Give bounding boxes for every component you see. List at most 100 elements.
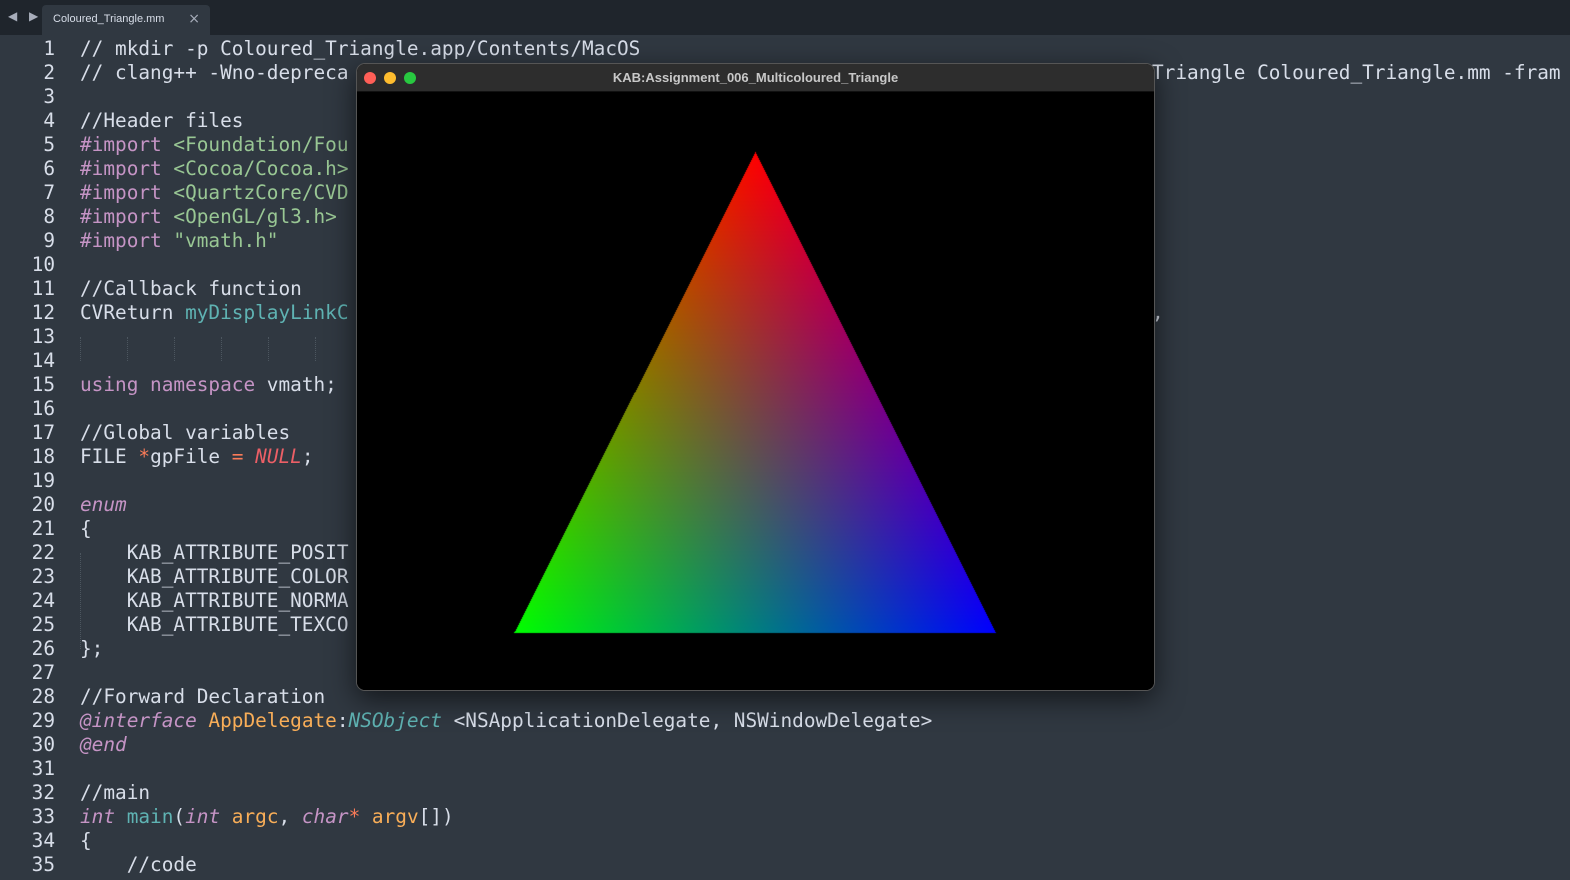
- navigation-arrows-icon[interactable]: ◀ ▶: [8, 9, 42, 23]
- code-token: gpFile: [150, 445, 232, 468]
- code-token: vmath;: [266, 373, 337, 396]
- line-number: 14: [31, 349, 55, 372]
- code-token: ,: [278, 805, 302, 828]
- code-token: // clang++ -Wno-depreca: [80, 61, 349, 84]
- code-token: *: [138, 445, 151, 468]
- line-number: 19: [31, 469, 55, 492]
- triangle-render-canvas: [357, 92, 1154, 690]
- close-tab-icon[interactable]: ×: [188, 11, 200, 27]
- code-text: KAB_ATTRIBUTE_POSIT: [80, 541, 349, 565]
- code-token: (: [173, 805, 186, 828]
- line-number: 5: [43, 133, 55, 156]
- line-number: 20: [31, 493, 55, 516]
- code-token: argv: [371, 805, 419, 828]
- tab-title: Coloured_Triangle.mm: [53, 13, 165, 25]
- code-line[interactable]: 30 @end: [0, 733, 1570, 757]
- code-line[interactable]: 32 //main: [0, 781, 1570, 805]
- line-number: 18: [31, 445, 55, 468]
- code-token: #import: [80, 205, 174, 228]
- line-number: 28: [31, 685, 55, 708]
- line-number: 3: [43, 85, 55, 108]
- code-token: myDisplayLinkC: [185, 301, 349, 324]
- line-number: 22: [31, 541, 55, 564]
- tab-coloured-triangle[interactable]: Coloured_Triangle.mm ×: [42, 5, 210, 35]
- code-line[interactable]: 35 //code: [0, 853, 1570, 877]
- code-token: #import: [80, 229, 174, 252]
- code-text-overflow: Triangle Coloured_Triangle.mm -fram: [1152, 61, 1561, 84]
- code-text: KAB_ATTRIBUTE_TEXCO: [80, 613, 349, 637]
- code-token: AppDelegate: [208, 709, 337, 732]
- code-token: using namespace: [80, 373, 267, 396]
- code-token: {: [80, 517, 92, 540]
- code-text: using namespace vmath;: [80, 373, 337, 397]
- code-line[interactable]: 31: [0, 757, 1570, 781]
- code-text: };: [80, 637, 103, 661]
- line-number: 2: [43, 61, 55, 84]
- code-text: {: [80, 517, 92, 541]
- code-line[interactable]: 29 @interface AppDelegate:NSObject <NSApp…: [0, 709, 1570, 733]
- code-token: #import: [80, 133, 174, 156]
- code-text: #import <Foundation/Fou: [80, 133, 349, 157]
- code-text: // mkdir -p Coloured_Triangle.app/Conten…: [80, 37, 640, 61]
- line-number: 23: [31, 565, 55, 588]
- code-token: <Foundation/Fou: [173, 133, 349, 156]
- code-text: //Callback function: [80, 277, 302, 301]
- code-token: NULL: [255, 445, 302, 468]
- code-token: "vmath.h": [173, 229, 279, 252]
- code-token: KAB_ATTRIBUTE_NORMA: [80, 589, 349, 612]
- code-text: //code: [80, 853, 197, 877]
- code-text: //Global variables: [80, 421, 290, 445]
- code-text: //main: [80, 781, 150, 805]
- code-text: #import <Cocoa/Cocoa.h>: [80, 157, 349, 181]
- code-text: enum: [80, 493, 127, 517]
- line-number: 13: [31, 325, 55, 348]
- line-number: 21: [31, 517, 55, 540]
- tab-bar: ◀ ▶ Coloured_Triangle.mm ×: [0, 0, 1570, 35]
- code-line[interactable]: 1 // mkdir -p Coloured_Triangle.app/Conte…: [0, 37, 1570, 61]
- code-token: KAB_ATTRIBUTE_COLOR: [80, 565, 349, 588]
- code-token: =: [231, 445, 256, 468]
- code-token: };: [80, 637, 104, 660]
- code-token: //Callback function: [80, 277, 302, 300]
- window-title: KAB:Assignment_006_Multicoloured_Triangl…: [612, 70, 899, 85]
- code-token: NSObject: [348, 709, 454, 732]
- line-number: 12: [31, 301, 55, 324]
- code-token: #import: [80, 181, 174, 204]
- code-text: FILE *gpFile = NULL;: [80, 445, 314, 469]
- code-text: int main(int argc, char* argv[]): [80, 805, 454, 829]
- line-number: 34: [31, 829, 55, 852]
- line-number: 15: [31, 373, 55, 396]
- code-token: @interface: [80, 709, 209, 732]
- code-token: FILE: [80, 445, 139, 468]
- code-text: #import <OpenGL/gl3.h>: [80, 205, 337, 229]
- code-token: #import: [80, 157, 174, 180]
- code-token: char: [301, 805, 349, 828]
- line-number: 31: [31, 757, 55, 780]
- line-number: 30: [31, 733, 55, 756]
- line-number: 8: [43, 205, 55, 228]
- line-number: 6: [43, 157, 55, 180]
- line-number: 16: [31, 397, 55, 420]
- code-token: //Forward Declaration: [80, 685, 326, 708]
- code-token: KAB_ATTRIBUTE_POSIT: [80, 541, 349, 564]
- code-token: //Global variables: [80, 421, 291, 444]
- code-text: //Forward Declaration: [80, 685, 325, 709]
- code-text: #import "vmath.h": [80, 229, 278, 253]
- opengl-window[interactable]: KAB:Assignment_006_Multicoloured_Triangl…: [356, 63, 1155, 691]
- line-number: 11: [31, 277, 55, 300]
- code-text: @end: [80, 733, 127, 757]
- code-token: KAB_ATTRIBUTE_TEXCO: [80, 613, 349, 636]
- line-number: 10: [31, 253, 55, 276]
- line-number: 29: [31, 709, 55, 732]
- code-text: @interface AppDelegate:NSObject <NSAppli…: [80, 709, 932, 733]
- code-token: :: [336, 709, 349, 732]
- line-number: 33: [31, 805, 55, 828]
- line-number: 24: [31, 589, 55, 612]
- code-line[interactable]: 34 {: [0, 829, 1570, 853]
- line-number: 27: [31, 661, 55, 684]
- line-number: 26: [31, 637, 55, 660]
- code-line[interactable]: 33 int main(int argc, char* argv[]): [0, 805, 1570, 829]
- window-title-bar[interactable]: KAB:Assignment_006_Multicoloured_Triangl…: [357, 64, 1154, 92]
- code-text: #import <QuartzCore/CVD: [80, 181, 349, 205]
- code-token: argc: [231, 805, 279, 828]
